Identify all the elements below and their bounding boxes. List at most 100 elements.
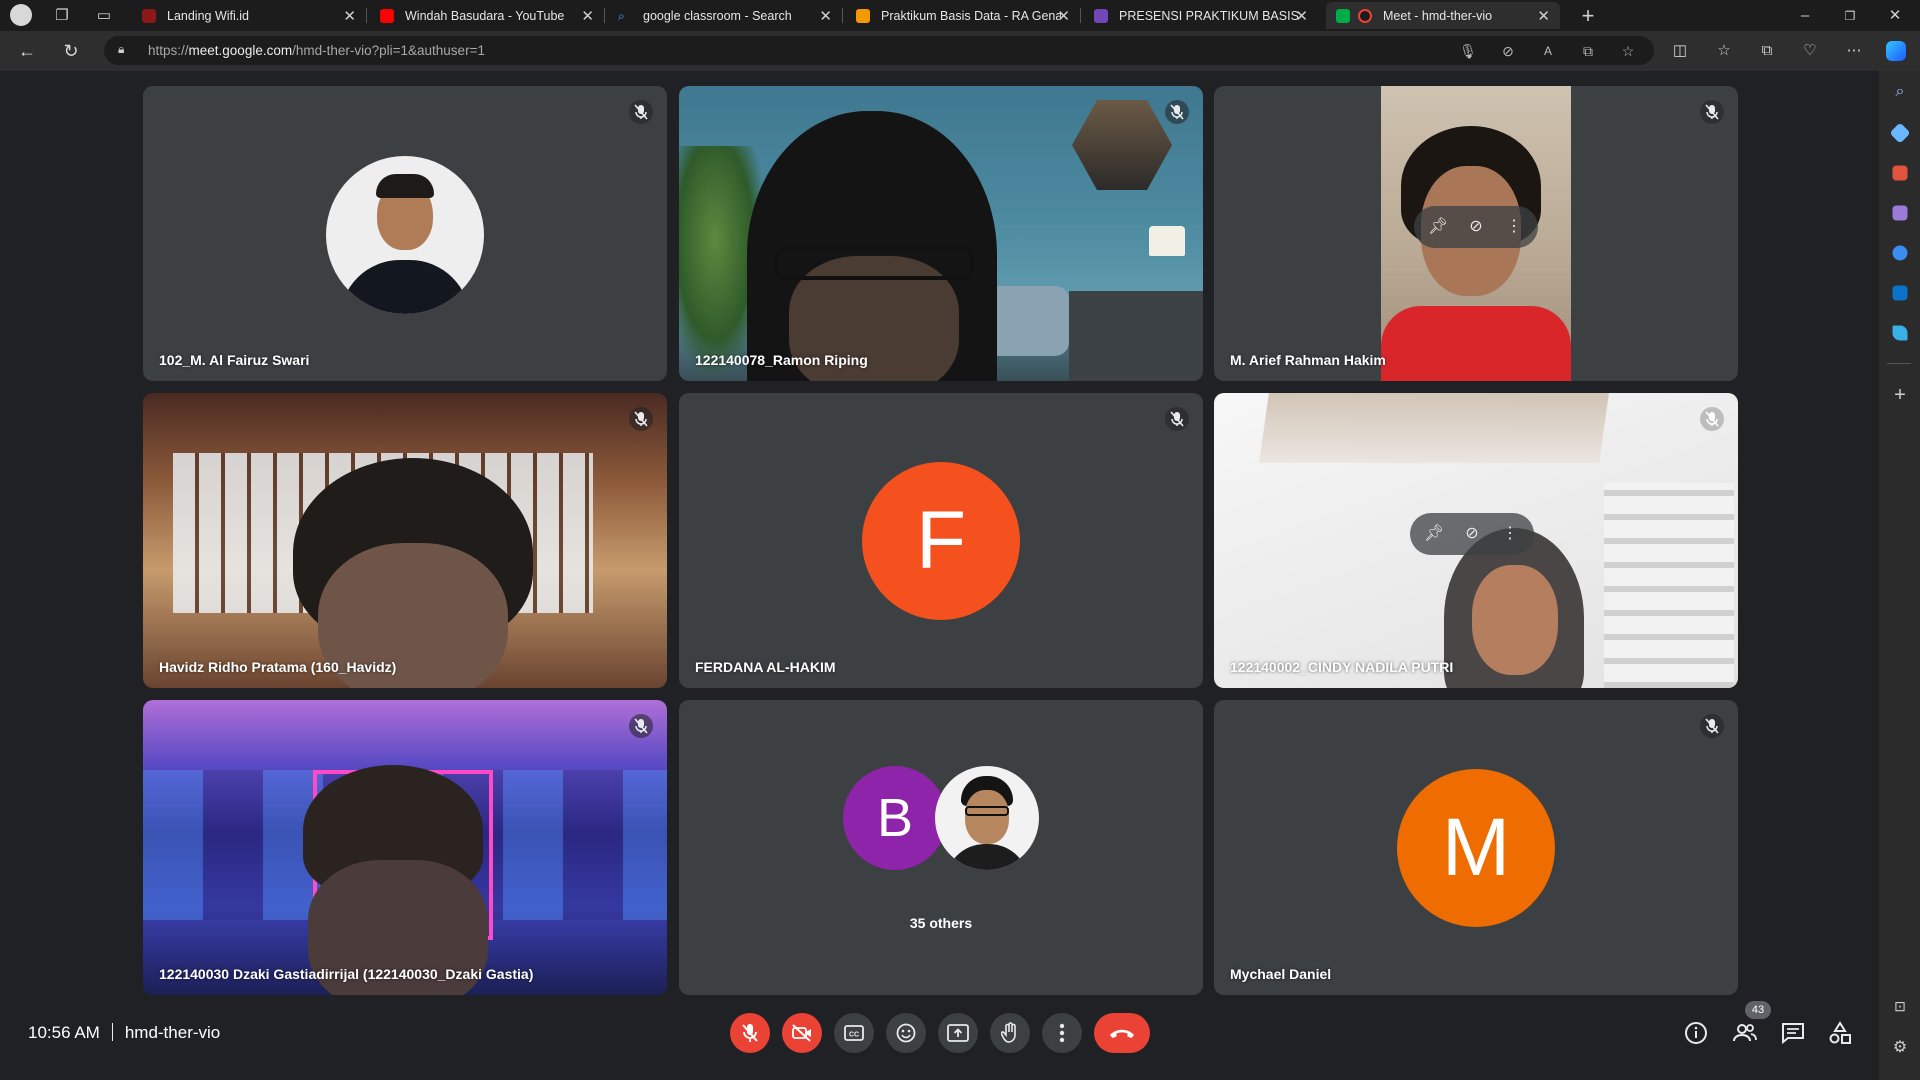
profile-icon[interactable] <box>10 4 32 26</box>
more-options-icon[interactable]: ⋮ <box>1500 524 1520 544</box>
raise-hand-button[interactable] <box>990 1013 1030 1053</box>
participant-tile[interactable]: 122140030 Dzaki Gastiadirrijal (12214003… <box>143 700 667 995</box>
more-options-button[interactable] <box>1042 1013 1082 1053</box>
outlook-icon[interactable] <box>1892 285 1908 301</box>
restore-icon[interactable]: ❐ <box>1840 6 1860 26</box>
close-tab-icon[interactable]: ✕ <box>1295 7 1308 25</box>
people-button[interactable] <box>1732 1020 1758 1046</box>
tab-landing-wifi[interactable]: Landing Wifi.id ✕ <box>132 2 367 29</box>
clock-time: 10:56 AM <box>28 1023 100 1042</box>
muted-mic-icon <box>1700 407 1724 431</box>
close-window-icon[interactable]: ✕ <box>1885 6 1905 26</box>
tab-title: Windah Basudara - YouTube <box>405 8 565 23</box>
muted-mic-icon <box>629 100 653 124</box>
person-shirt <box>1381 306 1571 381</box>
participant-tile[interactable]: B 35 others <box>679 700 1203 995</box>
wall-decoration <box>1072 100 1172 190</box>
back-icon[interactable]: ← <box>17 41 37 61</box>
cabinet <box>1069 291 1203 381</box>
info-icon <box>1685 1022 1707 1044</box>
meeting-info: 10:56 AM hmd-ther-vio <box>28 1023 220 1043</box>
mute-participant-icon[interactable]: ⊘ <box>1466 217 1486 237</box>
tab-actions-icon[interactable]: ▭ <box>94 6 114 26</box>
app-available-icon[interactable]: ⧉ <box>1579 42 1597 60</box>
read-aloud-icon[interactable]: A <box>1539 42 1557 60</box>
people-count-badge: 43 <box>1745 1001 1771 1019</box>
close-tab-icon[interactable]: ✕ <box>1057 7 1070 25</box>
tab-praktikum[interactable]: Praktikum Basis Data - RA Genap ✕ <box>846 2 1081 29</box>
activities-icon <box>1829 1021 1851 1044</box>
microsoft-365-icon[interactable] <box>1892 245 1908 261</box>
camera-blocked-icon[interactable]: ⊘ <box>1499 42 1517 60</box>
close-tab-icon[interactable]: ✕ <box>581 7 594 25</box>
url-host: meet.google.com <box>188 43 293 58</box>
muted-mic-icon <box>1165 100 1189 124</box>
copilot-icon[interactable] <box>1886 41 1906 61</box>
participant-tile[interactable]: 📌︎ ⊘ ⋮ M. Arief Rahman Hakim <box>1214 86 1738 381</box>
hide-sidebar-icon[interactable]: ⊡ <box>1890 998 1910 1018</box>
tab-meet[interactable]: Meet - hmd-ther-vio ✕ <box>1326 2 1560 29</box>
tile-hover-controls: 📌︎ ⊘ ⋮ <box>1414 206 1538 248</box>
tab-separator <box>1080 8 1081 23</box>
close-tab-icon[interactable]: ✕ <box>343 7 356 25</box>
collections-icon[interactable]: ⧉ <box>1757 41 1777 61</box>
captions-button[interactable]: CC <box>834 1013 874 1053</box>
meeting-details-button[interactable] <box>1683 1020 1709 1046</box>
microphone-icon[interactable]: 🎙︎ <box>1459 42 1477 60</box>
participant-tile[interactable]: 📌︎ ⊘ ⋮ 122140002_CINDY NADILA PUTRI <box>1214 393 1738 688</box>
divider <box>111 1023 113 1041</box>
url-prefix: https:// <box>148 43 189 58</box>
muted-mic-icon <box>1700 714 1724 738</box>
leave-call-button[interactable] <box>1094 1013 1150 1053</box>
tab-title: Landing Wifi.id <box>167 8 249 23</box>
camera-off-button[interactable] <box>782 1013 822 1053</box>
close-tab-icon[interactable]: ✕ <box>819 7 832 25</box>
present-screen-button[interactable] <box>938 1013 978 1053</box>
emoji-icon <box>896 1023 916 1043</box>
participant-tile[interactable]: F FERDANA AL-HAKIM <box>679 393 1203 688</box>
tab-title: google classroom - Search <box>643 8 792 23</box>
more-options-icon[interactable]: ⋮ <box>1504 217 1524 237</box>
participant-tile[interactable]: 122140078_Ramon Riping <box>679 86 1203 381</box>
tab-presensi[interactable]: PRESENSI PRAKTIKUM BASIS DATA ✕ <box>1084 2 1318 29</box>
settings-gear-icon[interactable]: ⚙ <box>1890 1037 1910 1057</box>
new-tab-icon[interactable]: + <box>1578 5 1598 27</box>
url-field[interactable]: 🔒︎ https://meet.google.com/hmd-ther-vio?… <box>104 36 1654 65</box>
participant-tile[interactable]: M Mychael Daniel <box>1214 700 1738 995</box>
avatar: M <box>1397 769 1555 927</box>
microphone-off-button[interactable] <box>730 1013 770 1053</box>
close-tab-icon[interactable]: ✕ <box>1537 7 1550 25</box>
split-screen-icon[interactable]: ◫ <box>1670 41 1690 61</box>
reactions-button[interactable] <box>886 1013 926 1053</box>
tools-icon[interactable] <box>1892 165 1908 181</box>
workspaces-icon[interactable]: ❐ <box>52 6 72 26</box>
address-bar-row: ← ↻ 🔒︎ https://meet.google.com/hmd-ther-… <box>0 31 1920 71</box>
participant-name: M. Arief Rahman Hakim <box>1230 352 1386 368</box>
refresh-icon[interactable]: ↻ <box>61 41 81 61</box>
participant-name: Mychael Daniel <box>1230 966 1332 982</box>
participant-name: 102_M. Al Fairuz Swari <box>159 352 310 368</box>
pin-icon[interactable]: 📌︎ <box>1428 217 1448 237</box>
tab-youtube[interactable]: Windah Basudara - YouTube ✕ <box>370 2 605 29</box>
mute-participant-icon[interactable]: ⊘ <box>1462 524 1482 544</box>
minimize-icon[interactable]: – <box>1795 6 1815 26</box>
activities-button[interactable] <box>1827 1020 1853 1046</box>
favorites-icon[interactable]: ☆ <box>1714 41 1734 61</box>
shopping-tag-icon[interactable] <box>1889 122 1911 144</box>
hand-icon <box>1001 1022 1016 1043</box>
chat-button[interactable] <box>1780 1020 1806 1046</box>
participant-name: Havidz Ridho Pratama (160_Havidz) <box>159 659 397 675</box>
meeting-code: hmd-ther-vio <box>124 1023 221 1042</box>
search-icon[interactable]: ⌕ <box>1890 83 1910 103</box>
participant-tile[interactable]: 102_M. Al Fairuz Swari <box>143 86 667 381</box>
tab-google-search[interactable]: ⌕ google classroom - Search ✕ <box>608 2 843 29</box>
participant-tile[interactable]: Havidz Ridho Pratama (160_Havidz) <box>143 393 667 688</box>
drop-icon[interactable] <box>1892 325 1908 341</box>
favorite-star-icon[interactable]: ☆ <box>1619 42 1637 60</box>
more-menu-icon[interactable]: ⋯ <box>1844 41 1864 61</box>
games-icon[interactable] <box>1892 205 1908 221</box>
muted-mic-icon <box>1700 100 1724 124</box>
browser-essentials-icon[interactable]: ♡ <box>1800 41 1820 61</box>
pin-icon[interactable]: 📌︎ <box>1424 524 1444 544</box>
add-icon[interactable]: + <box>1890 385 1910 405</box>
